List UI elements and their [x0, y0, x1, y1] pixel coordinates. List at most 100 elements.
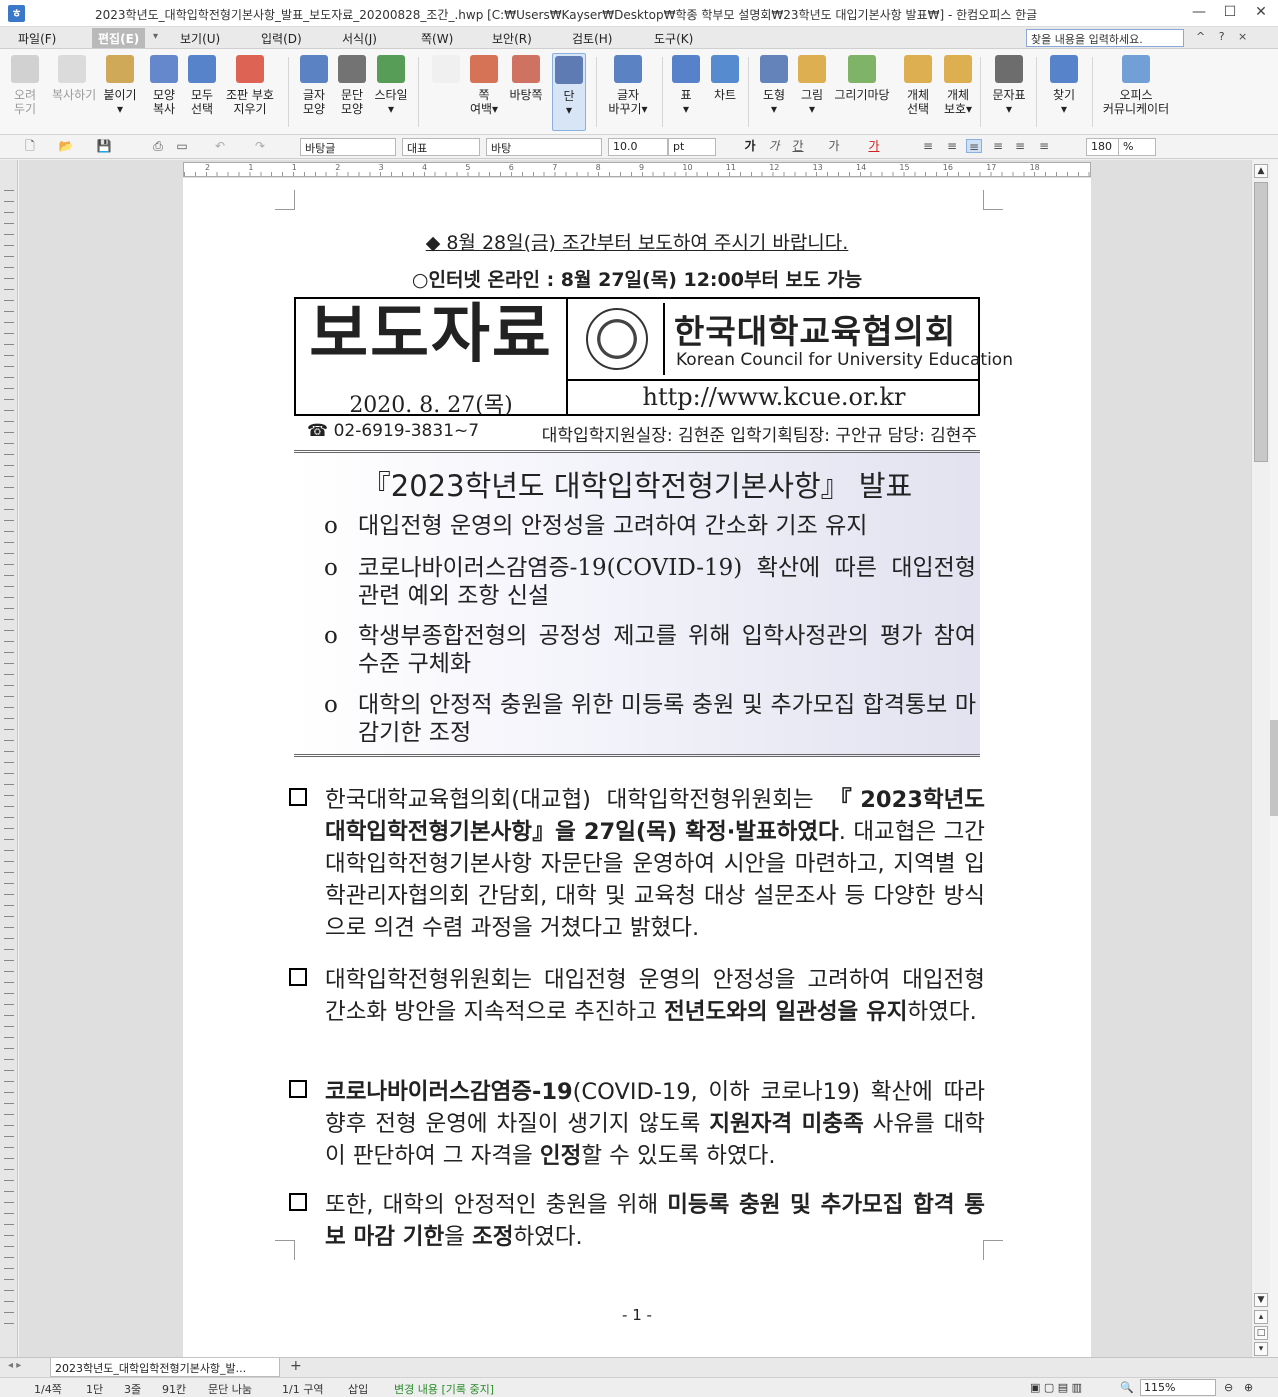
zoom-in-icon[interactable]: ⊕ [1244, 1381, 1253, 1394]
minimize-button[interactable]: — [1186, 4, 1212, 24]
status-page[interactable]: 1/4쪽 [34, 1381, 62, 1397]
side-panel-grip[interactable] [1270, 160, 1278, 1357]
page-icon[interactable]: □ [1254, 1326, 1268, 1340]
ribbon-button-chart[interactable]: 차트 [708, 53, 742, 131]
ribbon-button-format-painter[interactable]: 모양 복사 [146, 53, 182, 131]
document-page[interactable]: ◆ 8월 28일(금) 조간부터 보도하여 주시기 바랍니다. ○인터넷 온라인… [183, 178, 1091, 1357]
ribbon-button-master-page[interactable]: 바탕쪽 [506, 53, 546, 131]
ribbon-button-columns[interactable]: 단 ▾ [552, 53, 586, 131]
ribbon-button-table[interactable]: 표 ▾ [672, 53, 700, 131]
prev-page-icon[interactable]: ▴ [1254, 1310, 1268, 1324]
ribbon-button-clear-codes[interactable]: 조판 부호 지우기 [222, 53, 278, 131]
font-color-icon[interactable]: 가 [866, 139, 882, 153]
ribbon-button-change-case[interactable]: 글자 바꾸기▾ [606, 53, 650, 131]
scroll-down-icon[interactable]: ▼ [1254, 1293, 1268, 1307]
scroll-up-icon[interactable]: ▲ [1254, 164, 1268, 178]
view-mode-icons[interactable]: ▣ ▢ ▤ ▥ [1030, 1381, 1082, 1394]
window-title: 2023학년도_대학입학전형기본사항_발표_보도자료_20200828_조간_.… [95, 8, 1038, 22]
align-center-icon[interactable]: ≡ [966, 139, 982, 154]
print-icon[interactable]: ⎙ [150, 139, 166, 153]
ribbon-button-char-shape[interactable]: 글자 모양 [296, 53, 332, 131]
close-button[interactable]: ✕ [1248, 4, 1274, 24]
font-size-input[interactable]: 10.0 [608, 138, 668, 156]
ribbon-button-sublabel: ▾ [1005, 102, 1013, 116]
scrollbar-thumb[interactable] [1254, 182, 1268, 462]
next-page-icon[interactable]: ▾ [1254, 1342, 1268, 1356]
maximize-button[interactable]: ☐ [1217, 4, 1243, 24]
ribbon-button-object-select[interactable]: 개체 선택 [900, 53, 936, 131]
vertical-scrollbar[interactable]: ▲ ▼ ▴ □ ▾ [1251, 160, 1270, 1357]
ruler-number: 17 [986, 163, 997, 172]
line-spacing-unit[interactable]: % [1118, 138, 1156, 156]
menu-insert[interactable]: 입력(D) [261, 30, 302, 47]
menu-edit[interactable]: 편집(E) [92, 28, 146, 48]
font-select[interactable]: 바탕 [486, 138, 602, 156]
embargo-notice: ◆ 8월 28일(금) 조간부터 보도하여 주시기 바랍니다. [425, 232, 849, 254]
language-select[interactable]: 대표 [402, 138, 480, 156]
ribbon-button-shape[interactable]: 도형 ▾ [756, 53, 792, 131]
ribbon-button-copy[interactable]: 복사하기 [52, 53, 96, 131]
ribbon-button-sublabel: 모양 [340, 102, 364, 116]
select-all-icon [188, 55, 216, 83]
ribbon-button-clipart[interactable]: 그리기마당 [832, 53, 892, 131]
ribbon-button-object-protect[interactable]: 개체 보호▾ [940, 53, 976, 131]
menu-format[interactable]: 서식(J) [342, 30, 377, 47]
ruler-number: 15 [899, 163, 910, 172]
ribbon-button-style[interactable]: 스타일 ▾ [370, 53, 412, 131]
search-input[interactable]: 찾을 내용을 입력하세요. [1026, 29, 1184, 47]
ribbon-button-communicator[interactable]: 오피스 커뮤니케이터 [1098, 53, 1174, 131]
ribbon-button-find[interactable]: 찾기 ▾ [1046, 53, 1082, 131]
align-split-icon[interactable]: ≡ [1036, 139, 1052, 153]
horizontal-ruler[interactable]: 2 1 1 2 3 4 5 6 7 8 9 10 11 12 13 14 15 16 17 18 [183, 162, 1091, 177]
italic-icon[interactable]: 가 [766, 139, 782, 153]
underline-icon[interactable]: 간 [790, 139, 806, 153]
ruler-number: 5 [465, 163, 471, 172]
align-distribute-icon[interactable]: ≡ [1012, 139, 1028, 153]
menu-security[interactable]: 보안(R) [492, 30, 532, 47]
zoom-select[interactable]: 115% [1140, 1379, 1216, 1396]
tab-scroll-left-icon[interactable]: ◂ ▸ [8, 1360, 21, 1371]
document-tab[interactable]: 2023학년도_대학입학전형기본사항_발... [50, 1358, 280, 1377]
ribbon-button-select-all[interactable]: 모두 선택 [186, 53, 218, 131]
zoom-icon[interactable]: 🔍 [1120, 1381, 1134, 1394]
save-icon[interactable]: 💾 [96, 139, 112, 153]
align-left-icon[interactable]: ≡ [944, 139, 960, 153]
preview-icon[interactable]: ▭ [174, 139, 190, 153]
menu-view[interactable]: 보기(U) [180, 30, 220, 47]
status-track-changes[interactable]: 변경 내용 [기록 중지] [394, 1381, 494, 1397]
ribbon-button-paste[interactable]: 붙이기 ▾ [98, 53, 142, 131]
new-tab-button[interactable]: + [290, 1358, 302, 1374]
align-right-icon[interactable]: ≡ [990, 139, 1006, 153]
new-document-icon[interactable]: 🗋 [22, 139, 38, 153]
chart-icon [711, 55, 739, 83]
status-insert-mode[interactable]: 삽입 [348, 1381, 368, 1397]
ribbon-button-sublabel: 커뮤니케이터 [1102, 102, 1170, 116]
ruler-number: 8 [595, 163, 601, 172]
undo-icon[interactable]: ↶ [212, 139, 228, 153]
ribbon-button-label: 단 [563, 89, 575, 103]
style-select[interactable]: 바탕글 [300, 138, 396, 156]
ribbon-button-scissors[interactable]: 오려 두기 [8, 53, 42, 131]
ruler-number: 14 [856, 163, 867, 172]
ribbon-button-para-shape[interactable]: 문단 모양 [334, 53, 370, 131]
menu-review[interactable]: 검토(H) [572, 30, 612, 47]
font-unit-select[interactable]: pt [668, 138, 716, 156]
open-folder-icon[interactable]: 📂 [58, 139, 74, 153]
ribbon-button-page[interactable] [428, 53, 464, 131]
press-header-box: 보도자료 2020. 8. 27(목) 한국대학교육협의회 Korean Cou… [294, 297, 1013, 418]
zoom-out-icon[interactable]: ⊖ [1224, 1381, 1233, 1394]
menu-tools[interactable]: 도구(K) [654, 30, 693, 47]
help-icons[interactable]: ^ ? × [1196, 30, 1247, 43]
menu-page[interactable]: 쪽(W) [421, 30, 453, 47]
ribbon-button-page-margin[interactable]: 쪽 여백▾ [466, 53, 502, 131]
ribbon-button-symbol[interactable]: 문자표 ▾ [988, 53, 1030, 131]
menu-file[interactable]: 파일(F) [18, 30, 56, 47]
align-justify-icon[interactable]: ≡ [920, 139, 936, 153]
ribbon-separator [748, 57, 749, 127]
ribbon-button-picture[interactable]: 그림 ▾ [796, 53, 828, 131]
menu-edit-dropdown-icon[interactable]: ▾ [153, 31, 158, 42]
superscript-icon[interactable]: 가 [826, 139, 842, 153]
bold-icon[interactable]: 가 [742, 139, 758, 153]
hancom-app-icon[interactable]: ㅎ [8, 5, 25, 22]
redo-icon[interactable]: ↷ [252, 139, 268, 153]
